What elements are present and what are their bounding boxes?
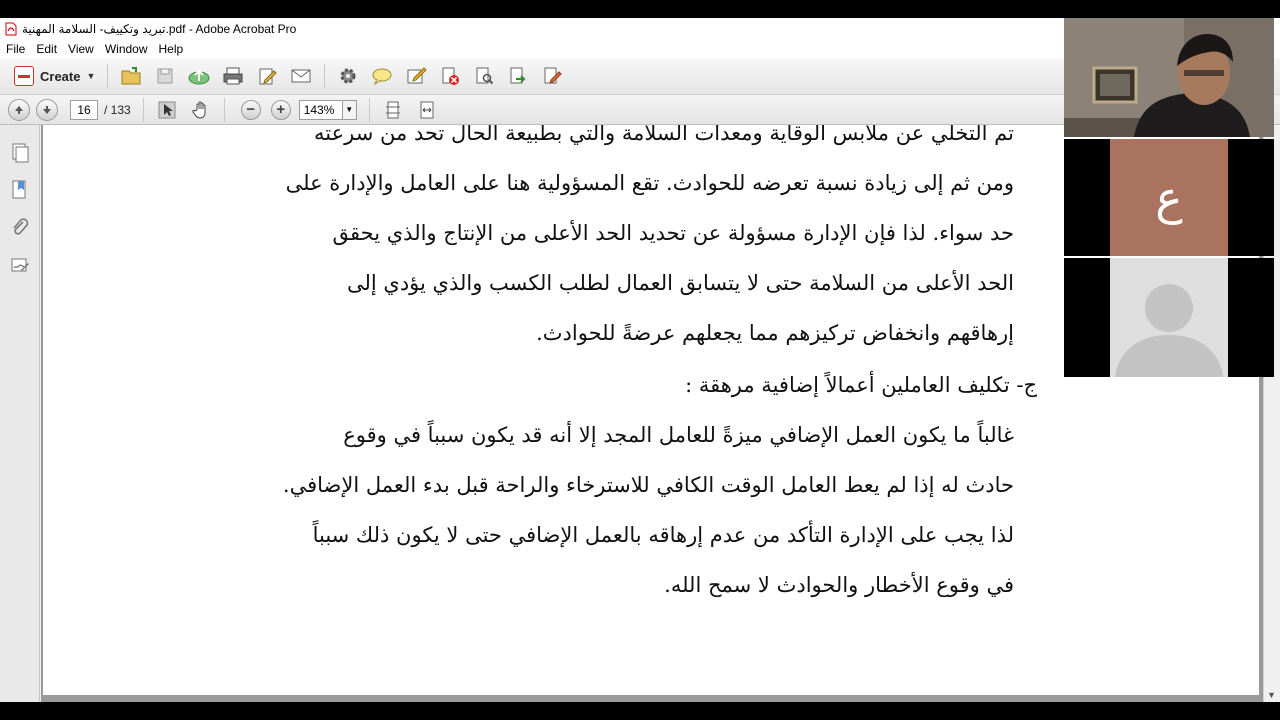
select-tool-icon[interactable] bbox=[154, 97, 180, 123]
stop-icon[interactable] bbox=[437, 63, 463, 89]
plus-icon: + bbox=[276, 101, 286, 118]
chevron-down-icon: ▼ bbox=[86, 71, 96, 81]
toolbar-divider bbox=[142, 97, 144, 122]
toolbar-divider bbox=[368, 97, 370, 122]
next-page-button[interactable] bbox=[36, 98, 58, 121]
paragraph-line: حد سواء. لذا فإن الإدارة مسؤولة عن تحديد… bbox=[332, 221, 1014, 245]
toolbar-divider bbox=[324, 64, 326, 88]
page-number-input[interactable]: 16 bbox=[70, 99, 98, 120]
menu-edit[interactable]: Edit bbox=[30, 42, 62, 56]
paragraph-line: لذا يجب على الإدارة التأكد من عدم إرهاقه… bbox=[312, 523, 1014, 547]
participant-tile[interactable]: ع bbox=[1064, 139, 1274, 256]
settings-icon[interactable] bbox=[335, 63, 361, 89]
participant-tile[interactable] bbox=[1064, 258, 1274, 377]
fit-page-icon[interactable] bbox=[380, 97, 406, 123]
zoom-level-input[interactable]: 143% bbox=[298, 99, 343, 120]
page-thumbnails-icon[interactable] bbox=[9, 141, 31, 163]
arrow-up-icon bbox=[15, 105, 23, 114]
create-button[interactable]: Create ▼ bbox=[8, 63, 101, 89]
toolbar-divider bbox=[107, 64, 109, 88]
zoom-dropdown[interactable]: ▼ bbox=[342, 99, 357, 120]
section-heading: ج- تكليف العاملين أعمالاً إضافية مرهقة : bbox=[685, 373, 1037, 397]
chevron-down-icon: ▼ bbox=[345, 105, 354, 114]
fit-width-icon[interactable] bbox=[414, 97, 440, 123]
signatures-icon[interactable] bbox=[9, 255, 31, 277]
navigation-pane bbox=[0, 125, 40, 702]
paragraph-line: غالباً ما يكون العمل الإضافي ميزةً للعام… bbox=[343, 423, 1014, 447]
zoom-out-button[interactable]: − bbox=[240, 99, 261, 120]
window-title: تبريد وتكييف- السلامة المهنية.pdf - Adob… bbox=[22, 22, 297, 36]
create-pdf-icon bbox=[14, 66, 34, 86]
save-icon[interactable] bbox=[152, 63, 178, 89]
previous-page-button[interactable] bbox=[8, 98, 30, 121]
open-icon[interactable] bbox=[118, 63, 144, 89]
speaker-video-feed bbox=[1064, 18, 1274, 137]
bookmarks-icon[interactable] bbox=[9, 179, 31, 201]
zoom-in-button[interactable]: + bbox=[270, 99, 291, 120]
paragraph-line: تم التخلي عن ملابس الوقاية ومعدات السلام… bbox=[314, 125, 1014, 145]
create-label: Create bbox=[40, 68, 81, 84]
paragraph-line: حادث له إذا لم يعط العامل الوقت الكافي ل… bbox=[282, 473, 1014, 497]
person-silhouette-icon bbox=[1115, 284, 1223, 377]
video-call-panel: ع bbox=[1064, 18, 1274, 377]
arrow-down-icon bbox=[43, 105, 51, 114]
speaker-video-tile[interactable] bbox=[1064, 18, 1274, 137]
attachments-icon[interactable] bbox=[9, 217, 31, 239]
participant-initial: ع bbox=[1155, 170, 1183, 225]
paragraph-line: ومن ثم إلى زيادة نسبة تعرضه للحوادث. تقع… bbox=[285, 171, 1014, 195]
page-total: / 133 bbox=[104, 102, 131, 117]
print-icon[interactable] bbox=[220, 63, 246, 89]
email-icon[interactable] bbox=[288, 63, 314, 89]
menu-view[interactable]: View bbox=[62, 42, 99, 56]
search-doc-icon[interactable] bbox=[471, 63, 497, 89]
participant-initial-avatar: ع bbox=[1110, 139, 1228, 256]
menu-file[interactable]: File bbox=[0, 42, 30, 56]
scroll-down-icon[interactable]: ▼ bbox=[1267, 690, 1276, 700]
comment-icon[interactable] bbox=[369, 63, 395, 89]
hand-tool-icon[interactable] bbox=[188, 97, 214, 123]
paragraph-line: في وقوع الأخطار والحوادث لا سمح الله. bbox=[664, 573, 1014, 597]
export-icon[interactable] bbox=[505, 63, 531, 89]
avatar bbox=[1110, 258, 1228, 377]
pdf-file-icon bbox=[4, 22, 18, 36]
toolbar-divider bbox=[223, 97, 225, 122]
upload-icon[interactable] bbox=[186, 63, 212, 89]
paragraph-line: إرهاقهم وانخفاض تركيزهم مما يجعلهم عرضةً… bbox=[536, 321, 1014, 345]
minus-icon: − bbox=[246, 101, 256, 118]
form-icon[interactable] bbox=[539, 63, 565, 89]
edit-icon[interactable] bbox=[254, 63, 280, 89]
menu-window[interactable]: Window bbox=[99, 42, 153, 56]
menu-help[interactable]: Help bbox=[153, 42, 189, 56]
paragraph-line: الحد الأعلى من السلامة حتى لا يتسابق الع… bbox=[346, 271, 1014, 295]
sign-icon[interactable] bbox=[403, 63, 429, 89]
